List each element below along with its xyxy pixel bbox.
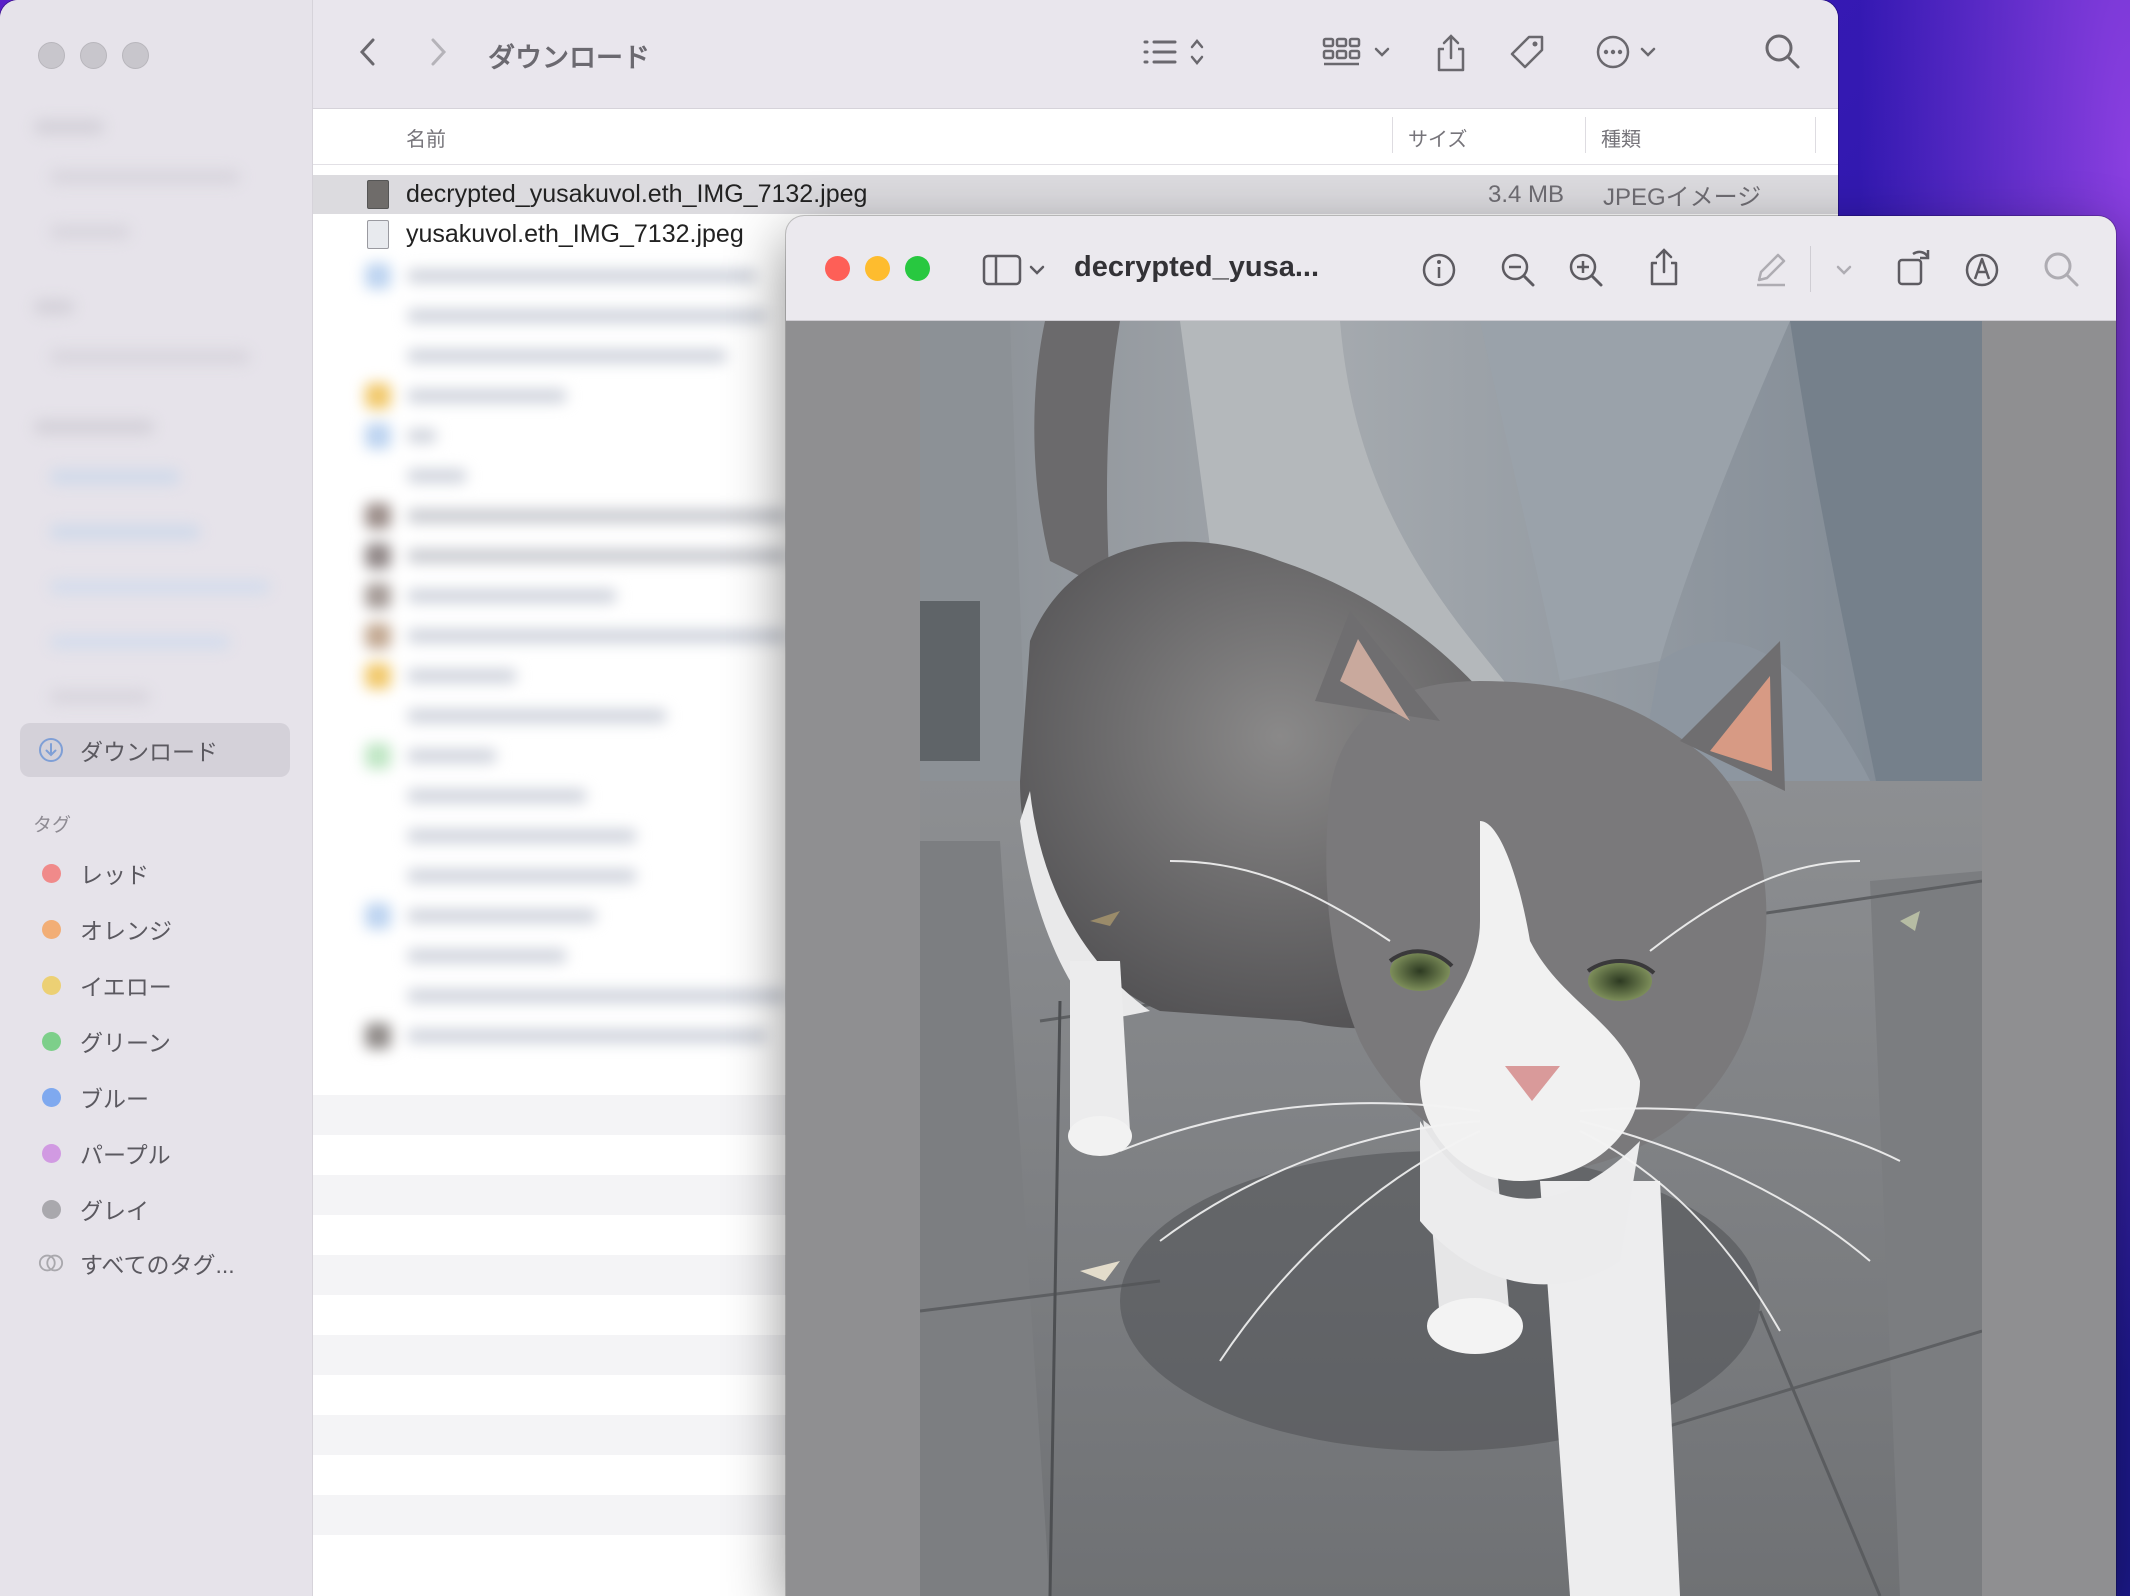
more-actions-icon[interactable]: [1593, 32, 1663, 77]
file-row[interactable]: decrypted_yusakuvol.eth_IMG_7132.jpeg 3.…: [313, 175, 1838, 214]
tag-color-dot: [41, 1031, 61, 1051]
tag-color-dot: [41, 975, 61, 995]
list-view-icon[interactable]: [1141, 32, 1213, 77]
tag-color-dot: [41, 1087, 61, 1107]
sidebar-tag-item[interactable]: グリーン: [20, 1014, 290, 1068]
sidebar-tag-item[interactable]: グレイ: [20, 1182, 290, 1236]
minimize-button[interactable]: [865, 256, 890, 281]
sidebar-item-label: グレイ: [80, 1198, 149, 1224]
markup-pen-icon[interactable]: [1751, 250, 1791, 295]
sidebar-tag-item[interactable]: イエロー: [20, 958, 290, 1012]
zoom-out-icon[interactable]: [1498, 250, 1538, 295]
share-icon[interactable]: [1646, 246, 1682, 295]
column-divider[interactable]: [1392, 117, 1393, 153]
toolbar-divider: [1810, 246, 1811, 292]
tag-color-dot: [41, 1143, 61, 1163]
sidebar-item-downloads[interactable]: ダウンロード: [20, 723, 290, 777]
sidebar-item-label: ブルー: [80, 1086, 149, 1112]
tag-color-dot: [41, 919, 61, 939]
blurred-file-list: [313, 255, 813, 1065]
sidebar-item-label: イエロー: [80, 974, 172, 1000]
sidebar-item-label: オレンジ: [80, 918, 172, 944]
column-header-name[interactable]: 名前: [406, 123, 446, 152]
tag-color-dot-icon: [38, 1140, 64, 1166]
back-icon[interactable]: [355, 32, 381, 77]
image-file-icon: [367, 180, 389, 209]
sidebar-item-label: すべてのタグ...: [80, 1252, 235, 1278]
tags-section-header: タグ: [33, 815, 72, 836]
preview-window: decrypted_yusa...: [786, 216, 2116, 1596]
close-button[interactable]: [825, 256, 850, 281]
search-icon[interactable]: [2042, 250, 2082, 295]
zoom-in-icon[interactable]: [1566, 250, 1606, 295]
finder-sidebar: ダウンロード タグ レッドオレンジイエローグリーンブルーパープルグレイ すべての…: [0, 0, 313, 1596]
annotate-icon[interactable]: [1962, 250, 2002, 295]
all-tags-icon: [38, 1250, 64, 1276]
sidebar-toggle-icon[interactable]: [981, 250, 1051, 295]
tag-color-dot: [41, 1199, 61, 1219]
sidebar-item-label: グリーン: [80, 1030, 171, 1056]
sidebar-item-label: レッド: [80, 862, 149, 888]
sidebar-tag-item[interactable]: オレンジ: [20, 902, 290, 956]
finder-window-controls: [38, 42, 149, 69]
zoom-button[interactable]: [122, 42, 149, 69]
sidebar-item-all-tags[interactable]: すべてのタグ...: [20, 1236, 290, 1290]
download-icon: [38, 737, 64, 763]
minimize-button[interactable]: [80, 42, 107, 69]
encrypted-file-icon: [367, 220, 389, 249]
info-icon[interactable]: [1419, 250, 1459, 295]
blurred-sidebar-items: [0, 100, 312, 720]
tag-color-dot-icon: [38, 916, 64, 942]
finder-toolbar: ダウンロード: [313, 0, 1838, 109]
sidebar-tag-item[interactable]: パープル: [20, 1126, 290, 1180]
file-list-header: 名前 サイズ 種類: [313, 109, 1838, 165]
tag-color-dot-icon: [38, 1196, 64, 1222]
preview-toolbar: decrypted_yusa...: [786, 216, 2116, 321]
file-name: yusakuvol.eth_IMG_7132.jpeg: [406, 220, 744, 248]
rotate-icon[interactable]: [1893, 244, 1933, 293]
sidebar-item-label: ダウンロード: [80, 739, 218, 765]
tag-icon[interactable]: [1507, 32, 1549, 79]
sidebar-tag-item[interactable]: ブルー: [20, 1070, 290, 1124]
cat-photo: [920, 321, 1982, 1596]
location-title: ダウンロード: [488, 43, 650, 73]
file-size: 3.4 MB: [1488, 180, 1565, 208]
tag-color-dot: [41, 863, 61, 883]
group-icon[interactable]: [1321, 32, 1397, 77]
column-header-size[interactable]: サイズ: [1408, 123, 1467, 152]
cat-photo-illustration: [920, 321, 1982, 1596]
preview-window-controls: [825, 256, 930, 281]
sidebar-item-label: パープル: [80, 1142, 171, 1168]
preview-title: decrypted_yusa...: [1074, 251, 1319, 283]
search-icon[interactable]: [1763, 32, 1803, 77]
tag-color-dot-icon: [38, 860, 64, 886]
tag-color-dot-icon: [38, 1084, 64, 1110]
markup-menu-chevron-icon[interactable]: [1832, 250, 1856, 295]
tag-color-dot-icon: [38, 972, 64, 998]
zoom-button[interactable]: [905, 256, 930, 281]
sidebar-tag-item[interactable]: レッド: [20, 846, 290, 900]
close-button[interactable]: [38, 42, 65, 69]
file-kind: JPEGイメージ: [1603, 184, 1762, 211]
tag-color-dot-icon: [38, 1028, 64, 1054]
share-icon[interactable]: [1433, 32, 1469, 81]
column-header-kind[interactable]: 種類: [1601, 123, 1641, 152]
column-divider[interactable]: [1585, 117, 1586, 153]
column-divider[interactable]: [1815, 117, 1816, 153]
file-name: decrypted_yusakuvol.eth_IMG_7132.jpeg: [406, 180, 868, 208]
forward-icon[interactable]: [425, 32, 451, 77]
